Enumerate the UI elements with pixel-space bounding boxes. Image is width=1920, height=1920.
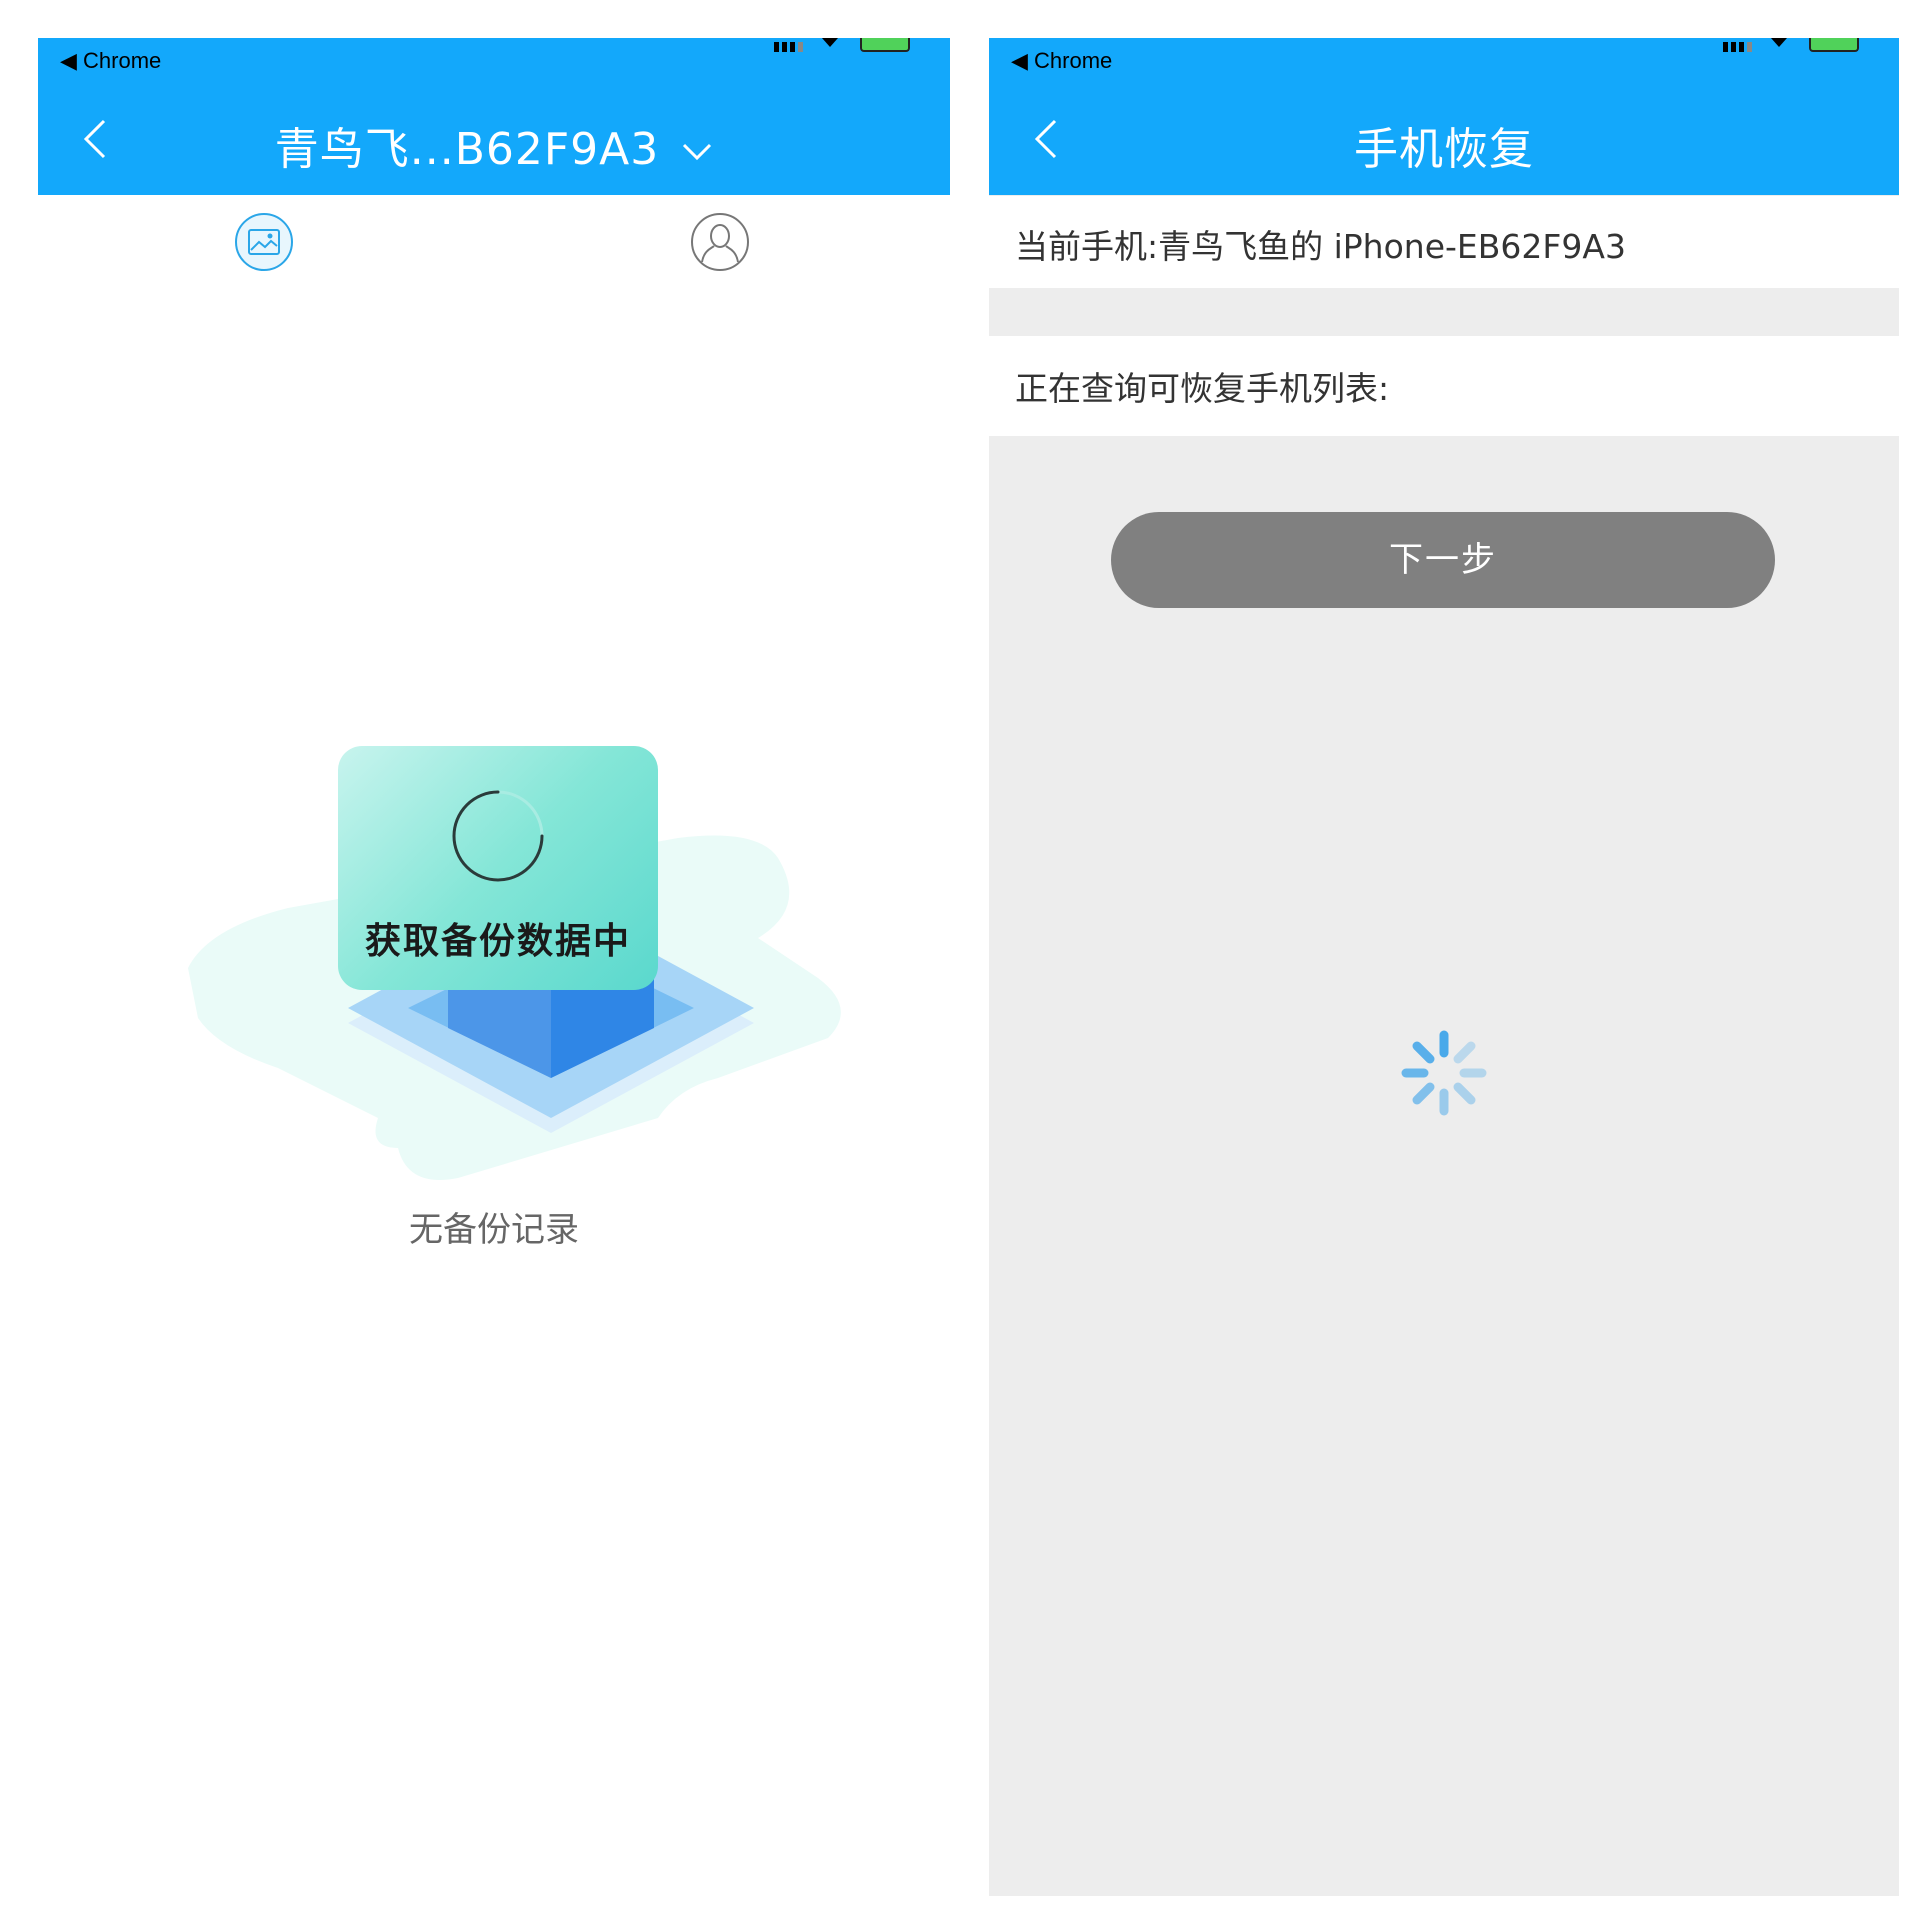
loading-spinner-icon bbox=[452, 790, 544, 882]
battery-icon bbox=[1809, 38, 1859, 52]
status-icons bbox=[1713, 38, 1863, 52]
signal-icon bbox=[1747, 42, 1752, 52]
back-to-app-link[interactable]: ◀ Chrome bbox=[60, 48, 161, 74]
signal-icon bbox=[1723, 42, 1728, 52]
loading-toast: 获取备份数据中 bbox=[338, 746, 658, 990]
current-phone-label: 当前手机:青鸟飞鱼的 iPhone-EB62F9A3 bbox=[1015, 227, 1626, 266]
section-divider bbox=[989, 288, 1899, 336]
left-screen: ◀ Chrome 青鸟飞...B62F9A3 获取备份数据中 无备份记录 bbox=[38, 38, 950, 1896]
status-bar: ◀ Chrome bbox=[38, 38, 950, 83]
wifi-icon bbox=[822, 38, 838, 47]
chevron-down-icon bbox=[683, 143, 712, 161]
page-title: 手机恢复 bbox=[1354, 124, 1534, 175]
empty-state-text: 无备份记录 bbox=[409, 1210, 579, 1250]
query-row: 正在查询可恢复手机列表: bbox=[989, 336, 1899, 436]
navigation-bar: 青鸟飞...B62F9A3 bbox=[38, 83, 950, 195]
next-step-button[interactable]: 下一步 bbox=[1111, 512, 1775, 608]
contact-icon[interactable] bbox=[690, 212, 750, 272]
back-to-app-link[interactable]: ◀ Chrome bbox=[1011, 48, 1112, 74]
signal-icon bbox=[782, 42, 787, 52]
signal-icon bbox=[798, 42, 803, 52]
status-bar: ◀ Chrome bbox=[989, 38, 1899, 83]
current-phone-row: 当前手机:青鸟飞鱼的 iPhone-EB62F9A3 bbox=[989, 196, 1899, 288]
toast-message: 获取备份数据中 bbox=[364, 921, 631, 962]
signal-icon bbox=[774, 42, 779, 52]
photo-icon[interactable] bbox=[234, 212, 294, 272]
right-screen: ◀ Chrome 手机恢复 当前手机:青鸟飞鱼的 iPhone-EB62F9A3… bbox=[989, 38, 1899, 1896]
activity-spinner-icon bbox=[1401, 1030, 1487, 1116]
signal-icon bbox=[790, 42, 795, 52]
signal-icon bbox=[1739, 42, 1744, 52]
wifi-icon bbox=[1771, 38, 1787, 47]
query-status-label: 正在查询可恢复手机列表: bbox=[1015, 369, 1390, 408]
device-selector[interactable]: 青鸟飞...B62F9A3 bbox=[38, 113, 950, 177]
status-icons bbox=[764, 38, 914, 52]
signal-icon bbox=[1731, 42, 1736, 52]
page-title: 青鸟飞...B62F9A3 bbox=[274, 124, 660, 175]
battery-icon bbox=[860, 38, 910, 52]
navigation-bar: 手机恢复 bbox=[989, 83, 1899, 195]
